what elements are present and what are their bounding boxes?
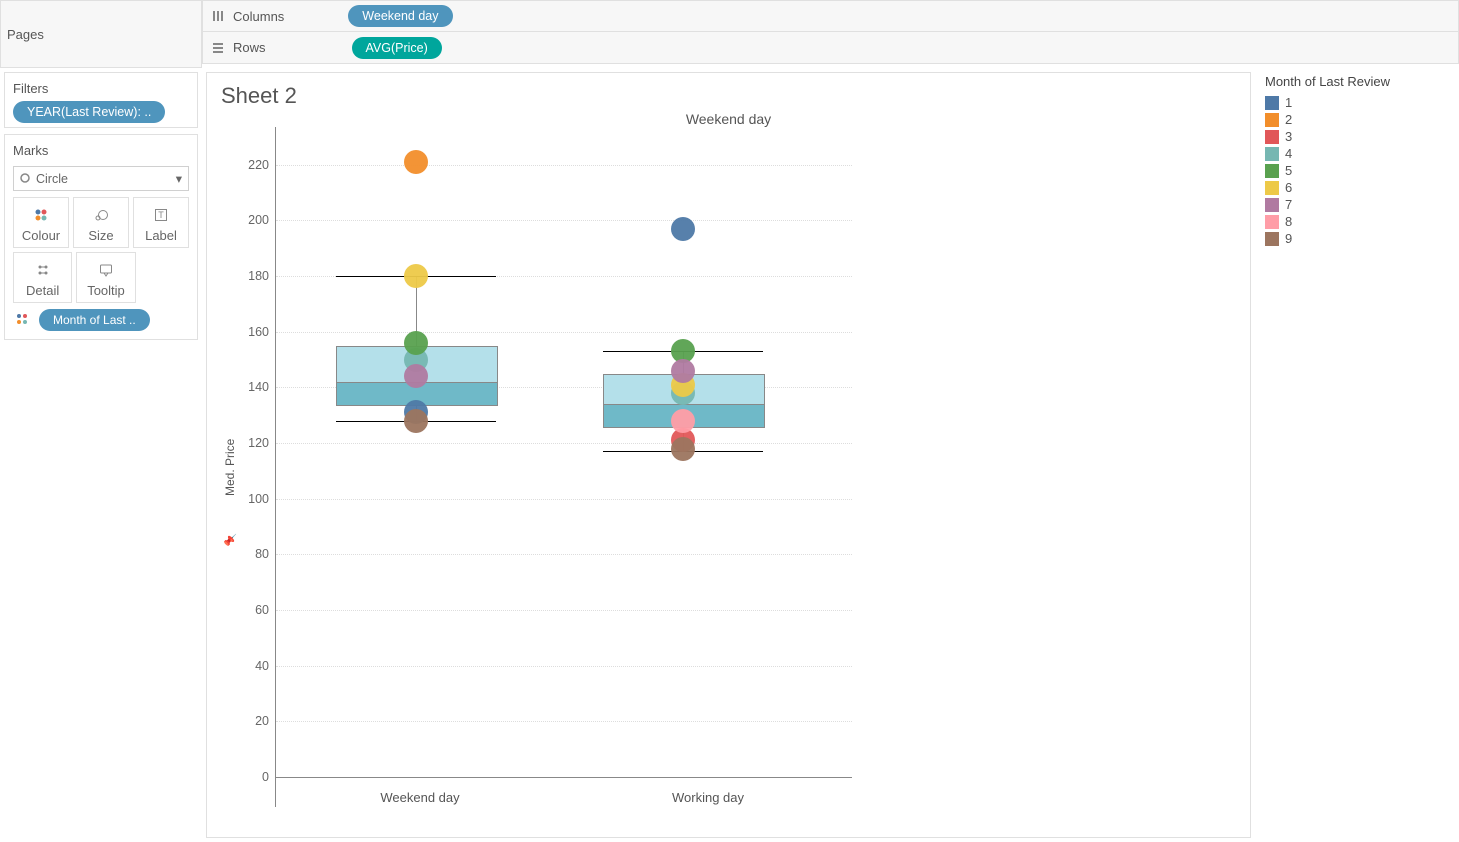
columns-icon [209, 7, 227, 25]
legend-item-9[interactable]: 9 [1265, 231, 1449, 246]
y-tick: 100 [248, 492, 269, 506]
legend-swatch [1265, 181, 1279, 195]
columns-shelf[interactable]: Columns Weekend day [202, 0, 1459, 32]
grid-line [276, 499, 852, 500]
legend-item-5[interactable]: 5 [1265, 163, 1449, 178]
legend-item-2[interactable]: 2 [1265, 112, 1449, 127]
legend-label: 6 [1285, 180, 1292, 195]
grid-line [276, 165, 852, 166]
data-point[interactable] [404, 409, 428, 433]
chevron-down-icon: ▾ [176, 171, 182, 186]
legend-swatch [1265, 130, 1279, 144]
filters-title: Filters [13, 81, 189, 96]
filter-pill[interactable]: YEAR(Last Review): .. [13, 101, 165, 123]
legend-item-3[interactable]: 3 [1265, 129, 1449, 144]
data-point[interactable] [671, 437, 695, 461]
legend-swatch [1265, 232, 1279, 246]
y-tick: 40 [255, 659, 269, 673]
grid-line [276, 610, 852, 611]
y-tick: 180 [248, 269, 269, 283]
legend-swatch [1265, 147, 1279, 161]
legend-item-4[interactable]: 4 [1265, 146, 1449, 161]
marks-title: Marks [13, 143, 189, 158]
y-tick: 20 [255, 714, 269, 728]
legend-label: 9 [1285, 231, 1292, 246]
columns-pill[interactable]: Weekend day [348, 5, 452, 27]
legend-label: 1 [1285, 95, 1292, 110]
y-tick: 0 [262, 770, 269, 784]
detail-icon [18, 261, 67, 279]
legend-label: 8 [1285, 214, 1292, 229]
sheet-title[interactable]: Sheet 2 [221, 83, 1236, 109]
legend-item-6[interactable]: 6 [1265, 180, 1449, 195]
y-tick: 80 [255, 547, 269, 561]
legend-label: 5 [1285, 163, 1292, 178]
data-point[interactable] [671, 409, 695, 433]
detail-button[interactable]: Detail [13, 252, 72, 303]
legend-item-7[interactable]: 7 [1265, 197, 1449, 212]
sheet: Sheet 2 Weekend day Med. Price 📌 0 20 40 60… [206, 72, 1251, 838]
grid-line [276, 554, 852, 555]
legend-label: 7 [1285, 197, 1292, 212]
tooltip-icon [81, 261, 130, 279]
y-tick: 160 [248, 325, 269, 339]
label-button[interactable]: T Label [133, 197, 189, 248]
data-point[interactable] [404, 264, 428, 288]
data-point[interactable] [671, 359, 695, 383]
colour-button[interactable]: Colour [13, 197, 69, 248]
legend-swatch [1265, 96, 1279, 110]
marks-legend-pill[interactable]: Month of Last .. [39, 309, 150, 331]
svg-text:T: T [158, 210, 164, 220]
y-tick: 220 [248, 158, 269, 172]
legend-item-1[interactable]: 1 [1265, 95, 1449, 110]
size-icon [78, 206, 124, 224]
y-axis-label: Med. Price 📌 [221, 127, 239, 807]
legend-item-8[interactable]: 8 [1265, 214, 1449, 229]
legend-swatch [1265, 164, 1279, 178]
rows-pill[interactable]: AVG(Price) [352, 37, 442, 59]
marks-type-label: Circle [36, 172, 68, 186]
data-point[interactable] [671, 217, 695, 241]
rows-shelf[interactable]: Rows AVG(Price) [202, 32, 1459, 64]
grid-line [276, 666, 852, 667]
rows-icon [209, 39, 227, 57]
y-tick: 120 [248, 436, 269, 450]
legend-swatch [1265, 198, 1279, 212]
grid-line [276, 332, 852, 333]
colour-icon [18, 206, 64, 224]
y-tick: 200 [248, 213, 269, 227]
tooltip-button[interactable]: Tooltip [76, 252, 135, 303]
rows-label: Rows [233, 40, 266, 55]
x-axis-labels: Weekend day Working day [276, 790, 852, 805]
label-icon: T [138, 206, 184, 224]
data-point[interactable] [404, 331, 428, 355]
y-tick: 60 [255, 603, 269, 617]
circle-icon [20, 172, 30, 186]
marks-card: Marks Circle ▾ Colour [4, 134, 198, 340]
columns-label: Columns [233, 9, 284, 24]
colour-legend-icon [13, 312, 31, 329]
legend-label: 3 [1285, 129, 1292, 144]
size-button[interactable]: Size [73, 197, 129, 248]
legend-swatch [1265, 113, 1279, 127]
pages-label: Pages [7, 27, 44, 42]
grid-line [276, 721, 852, 722]
filters-card: Filters YEAR(Last Review): .. [4, 72, 198, 128]
data-point[interactable] [404, 364, 428, 388]
y-tick: 140 [248, 380, 269, 394]
x-axis [276, 777, 852, 778]
legend-title: Month of Last Review [1265, 74, 1449, 89]
grid-line [276, 220, 852, 221]
legend-swatch [1265, 215, 1279, 229]
legend-label: 4 [1285, 146, 1292, 161]
legend-label: 2 [1285, 112, 1292, 127]
legend: Month of Last Review 1 2 3 4 5 6 7 8 9 [1255, 68, 1459, 842]
marks-type-select[interactable]: Circle ▾ [13, 166, 189, 191]
pin-icon: 📌 [224, 534, 237, 547]
chart-title: Weekend day [221, 111, 1236, 127]
data-point[interactable] [404, 150, 428, 174]
grid-line [276, 443, 852, 444]
